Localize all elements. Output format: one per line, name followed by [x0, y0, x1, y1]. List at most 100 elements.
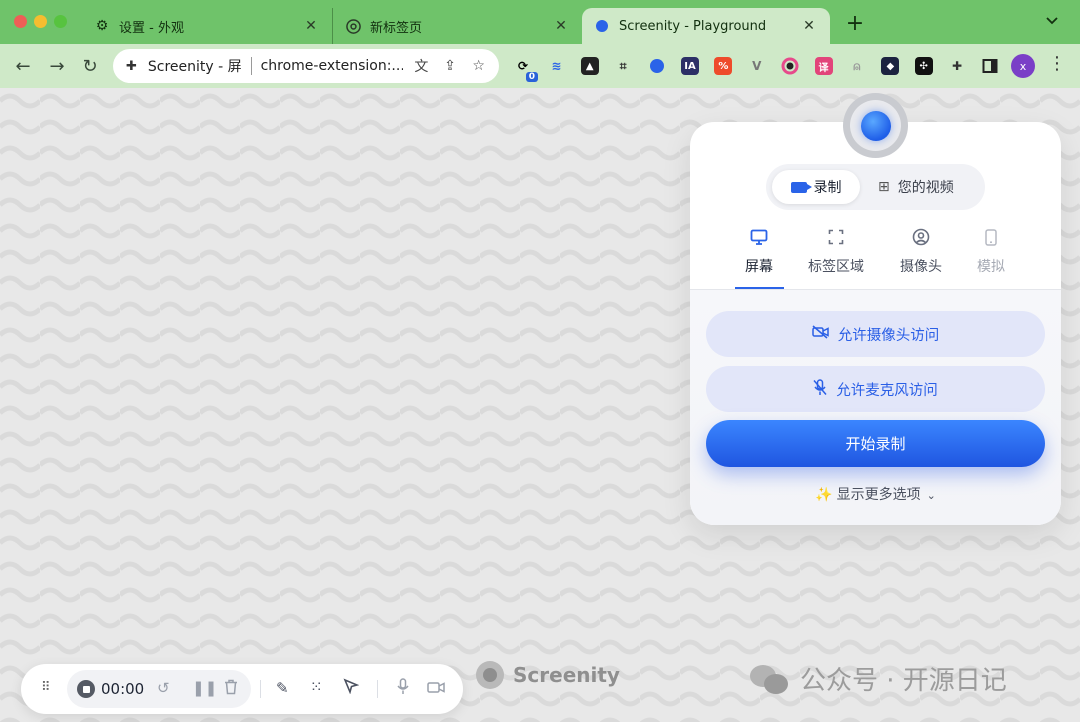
screenity-logo-icon [476, 661, 504, 689]
extension-badge: 0 [525, 72, 538, 82]
tab-title: Screenity - Playground [619, 18, 767, 34]
camera-user-icon [889, 226, 953, 248]
allow-microphone-label: 允许麦克风访问 [836, 382, 938, 399]
tab-strip: ⚙ 设置 - 外观 ✕ 新标签页 ✕ Screenity - Playgroun… [0, 0, 1080, 44]
screenity-brand-name: Screenity [513, 663, 620, 687]
camera-off-icon [812, 325, 829, 343]
divider [377, 680, 378, 698]
site-name: Screenity - 屏 [147, 59, 242, 75]
screenity-brand: Screenity [476, 661, 620, 689]
microphone-off-icon [813, 378, 827, 400]
tab-region[interactable]: 标签区域 [804, 226, 868, 276]
close-icon[interactable]: ✕ [800, 17, 818, 35]
monitor-icon [727, 226, 791, 248]
vue-extension-icon[interactable]: V [744, 53, 770, 79]
tab-settings[interactable]: ⚙ 设置 - 外观 ✕ [82, 8, 332, 44]
recording-controls: 00:00 ↺ ❚❚ [67, 670, 251, 708]
phone-icon [959, 226, 1023, 248]
cursor-icon[interactable] [343, 678, 360, 698]
profile-avatar[interactable]: x [1011, 54, 1035, 78]
allow-microphone-button[interactable]: 允许麦克风访问 [706, 366, 1045, 412]
url-text[interactable]: chrome-extension:... [261, 58, 404, 74]
bookmark-star-icon[interactable]: ☆ [468, 58, 489, 74]
stop-button[interactable] [77, 680, 95, 698]
watermark-text: 公众号 · 开源日记 [800, 666, 1007, 696]
browser-toolbar: ← → ↻ ✚ Screenity - 屏 chrome-extension:.… [0, 44, 1080, 88]
close-icon[interactable]: ✕ [552, 17, 570, 35]
close-window-button[interactable] [14, 15, 27, 28]
region-icon [804, 226, 868, 248]
translate-icon[interactable]: 文 [411, 56, 432, 76]
sparkle-icon: ✨ [815, 487, 833, 503]
show-more-options-label: 显示更多选项 [836, 487, 921, 503]
more-menu-icon[interactable]: ⋮ [1048, 53, 1066, 74]
tab-camera[interactable]: 摄像头 [889, 226, 953, 276]
start-recording-button[interactable]: 开始录制 [706, 420, 1045, 467]
share-icon[interactable]: ⇪ [440, 58, 461, 74]
video-camera-icon [790, 181, 812, 193]
record-segment-label: 录制 [813, 180, 842, 196]
recording-timer: 00:00 [101, 680, 145, 698]
restart-icon[interactable]: ↺ [157, 679, 170, 697]
cube-extension-icon[interactable]: ◆ [877, 53, 903, 79]
minimize-window-button[interactable] [34, 15, 47, 28]
tab-new-tab[interactable]: 新标签页 ✕ [332, 8, 582, 44]
ia-extension-icon[interactable]: IA [677, 53, 703, 79]
blur-grid-icon[interactable]: ⁙ [310, 678, 323, 696]
chrome-icon [345, 18, 361, 34]
address-bar[interactable]: ✚ Screenity - 屏 chrome-extension:... 文 ⇪… [113, 49, 499, 83]
recording-toolbar: ⠿ 00:00 ↺ ❚❚ ✎ ⁙ [21, 664, 463, 714]
puzzle-icon: ✚ [125, 58, 137, 74]
percent-extension-icon[interactable]: % [710, 53, 736, 79]
allow-camera-label: 允许摄像头访问 [837, 327, 940, 344]
back-arrow-icon[interactable]: ← [10, 53, 36, 79]
extensions-puzzle-icon[interactable]: ✚ [944, 53, 970, 79]
allow-camera-button[interactable]: 允许摄像头访问 [706, 311, 1045, 357]
tab-camera-label: 摄像头 [900, 259, 942, 275]
divider [250, 57, 252, 75]
pencil-icon[interactable]: ✎ [276, 679, 289, 697]
trash-icon[interactable] [224, 679, 238, 699]
mouse-extension-icon[interactable]: ⍝ [844, 53, 870, 79]
chevron-down-icon: ⌄ [926, 489, 936, 502]
your-videos-segment[interactable]: ⊞ 您的视频 [878, 170, 954, 204]
your-videos-label: 您的视频 [897, 180, 954, 196]
tab-screen[interactable]: 屏幕 [727, 226, 791, 276]
extensions-bar: ⟳ 0 ≋ ▲ ⌗ IA % V 译 ⍝ ◆ ✣ ✚ [510, 53, 1011, 82]
close-icon[interactable]: ✕ [302, 17, 320, 35]
zoom-window-button[interactable] [54, 15, 67, 28]
divider [260, 680, 261, 698]
notion-extension-icon[interactable]: ▲ [577, 53, 603, 79]
wechat-watermark: 公众号 · 开源日记 [750, 660, 1007, 697]
screenity-logo [843, 93, 908, 158]
microphone-icon[interactable] [397, 678, 409, 699]
tab-screenity-playground[interactable]: Screenity - Playground ✕ [582, 8, 830, 44]
pink-extension-icon[interactable]: 译 [811, 53, 837, 79]
tab-search-chevron-icon[interactable] [1046, 14, 1058, 29]
layers-extension-icon[interactable]: ≋ [543, 53, 569, 79]
drag-handle-icon[interactable]: ⠿ [41, 680, 50, 695]
mode-segmented-control: 录制 ⊞ 您的视频 [766, 164, 985, 210]
screenity-extension-icon[interactable] [644, 53, 670, 79]
openai-extension-icon[interactable]: ✣ [911, 53, 937, 79]
crop-extension-icon[interactable]: ⌗ [610, 53, 636, 79]
side-panel-icon[interactable] [977, 53, 1003, 79]
reload-icon[interactable]: ↻ [77, 53, 103, 79]
record-segment[interactable]: 录制 [772, 170, 860, 204]
pause-icon[interactable]: ❚❚ [192, 679, 217, 697]
wechat-icon [750, 663, 790, 695]
gear-icon: ⚙ [95, 18, 109, 34]
screenity-popup: 录制 ⊞ 您的视频 屏幕 标签区域 摄像头 模拟 允许摄像头访问 允许麦克风访问… [690, 122, 1061, 525]
color-ring-extension-icon[interactable] [777, 53, 803, 79]
sync-extension-icon[interactable]: ⟳ 0 [510, 53, 538, 82]
new-tab-button[interactable]: + [842, 11, 868, 36]
camera-icon[interactable] [427, 680, 445, 698]
tab-mockup[interactable]: 模拟 [959, 226, 1023, 276]
screenity-dot-icon [594, 18, 610, 34]
tab-region-label: 标签区域 [808, 259, 864, 275]
tab-title: 设置 - 外观 [119, 20, 184, 36]
show-more-options-toggle[interactable]: ✨ 显示更多选项 ⌄ [690, 484, 1061, 504]
forward-arrow-icon[interactable]: → [44, 53, 70, 79]
tab-screen-label: 屏幕 [745, 259, 773, 275]
tab-mockup-label: 模拟 [977, 259, 1005, 275]
